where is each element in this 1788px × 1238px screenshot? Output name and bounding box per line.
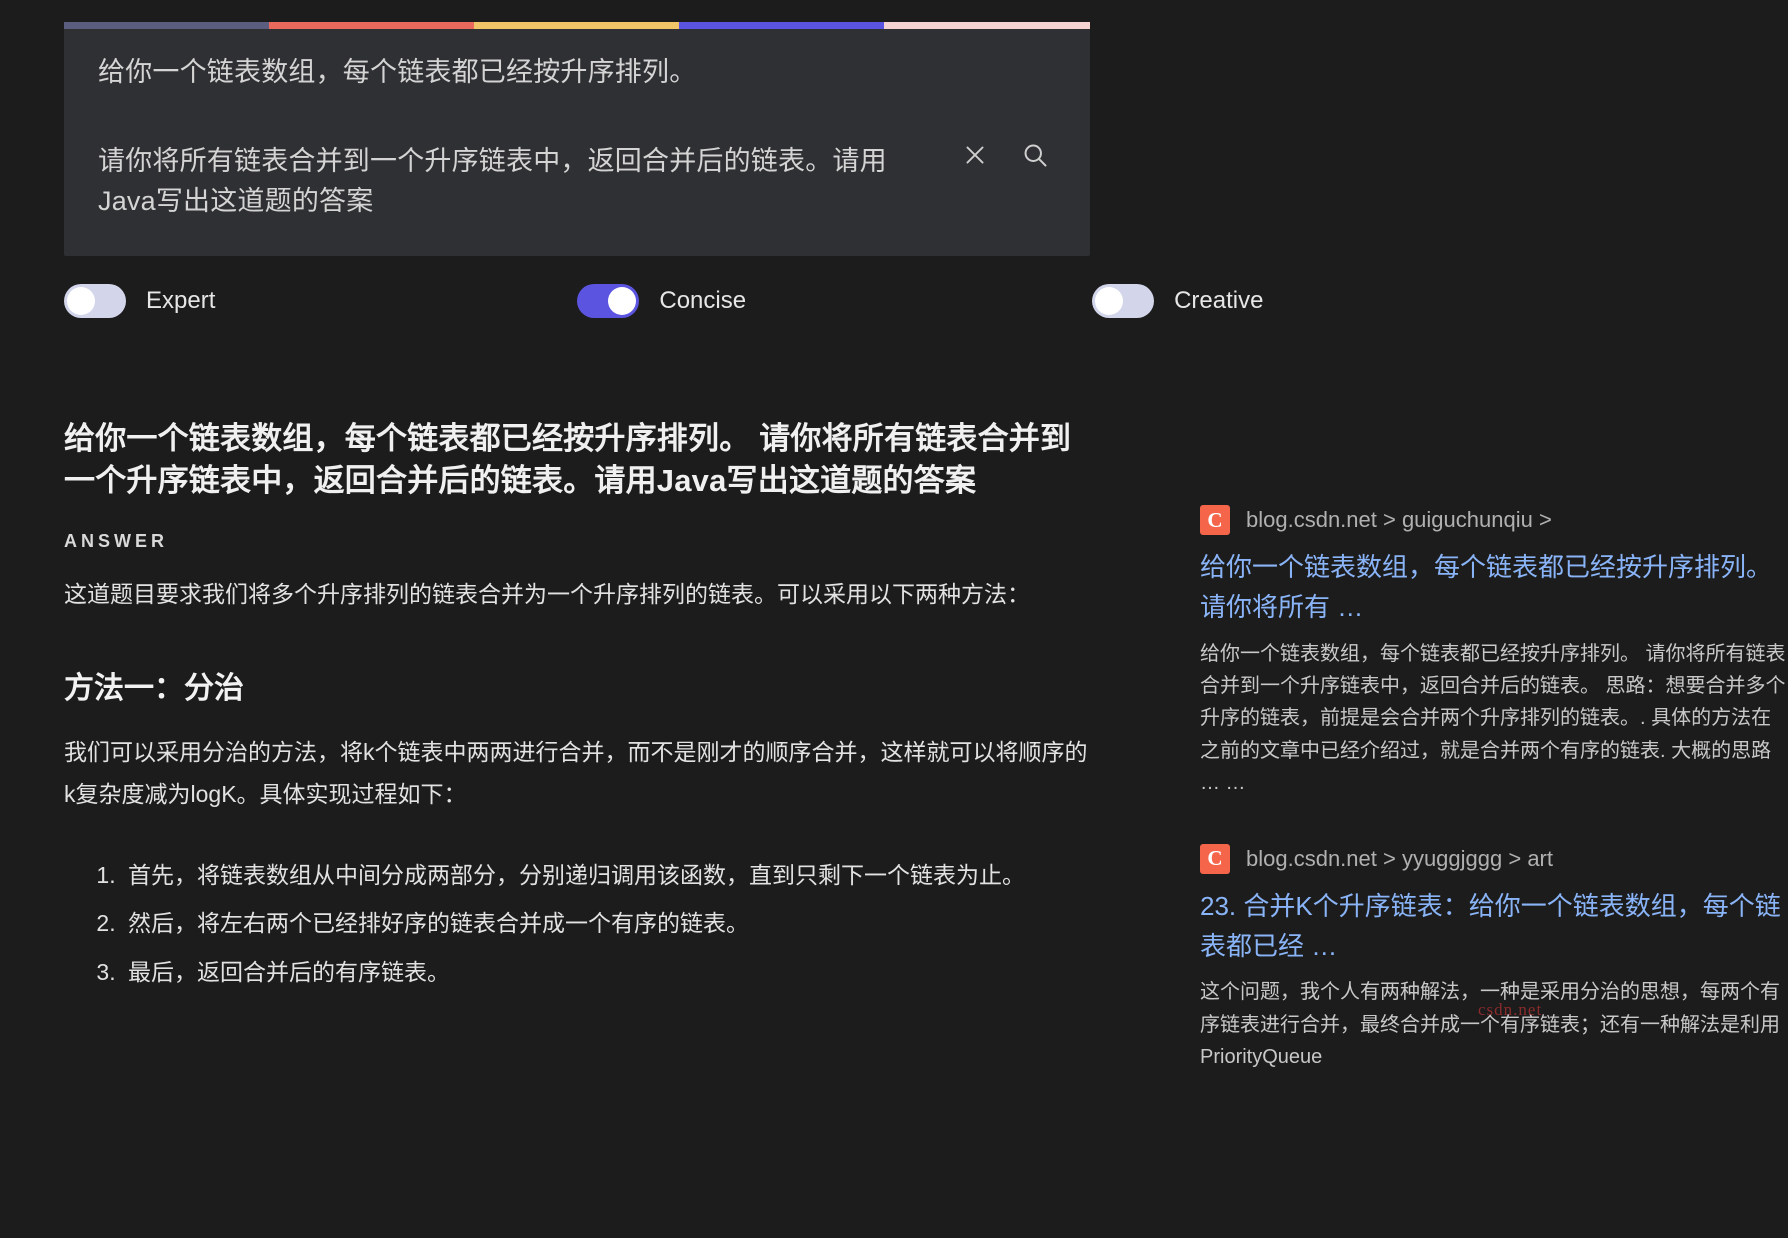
- toggle-expert-knob: [67, 286, 95, 315]
- answer-block: 给你一个链表数组，每个链表都已经按升序排列。 请你将所有链表合并到一个升序链表中…: [64, 418, 1090, 992]
- answer-kicker: ANSWER: [64, 531, 168, 552]
- mode-toggle-row: Expert Concise Creative: [64, 283, 1263, 318]
- section-paragraph-method-one: 我们可以采用分治的方法，将k个链表中两两进行合并，而不是刚才的顺序合并，这样就可…: [64, 739, 1088, 807]
- page-title: 给你一个链表数组，每个链表都已经按升序排列。 请你将所有链表合并到一个升序链表中…: [64, 420, 1072, 499]
- search-icon[interactable]: [1020, 140, 1050, 170]
- accent-bar: [64, 22, 1090, 29]
- toggle-creative-knob: [1095, 286, 1124, 315]
- toggle-concise-knob: [608, 286, 637, 315]
- section-heading-method-one: 方法一：分治: [64, 672, 244, 706]
- answer-intro-paragraph: 这道题目要求我们将多个升序排列的链表合并为一个升序排列的链表。可以采用以下两种方…: [64, 581, 1030, 608]
- result-breadcrumb: blog.csdn.net > yyuggjggg > art: [1246, 845, 1553, 871]
- accent-segment-2: [269, 22, 474, 29]
- list-item: 然后，将左右两个已经排好序的链表合并成一个有序的链表。: [122, 903, 1090, 943]
- answer-steps-list: 首先，将链表数组从中间分成两部分，分别递归调用该函数，直到只剩下一个链表为止。 …: [64, 855, 1090, 992]
- toggle-concise-label: Concise: [659, 286, 747, 314]
- toggle-creative-switch[interactable]: [1092, 283, 1155, 318]
- query-text-line-1[interactable]: 给你一个链表数组，每个链表都已经按升序排列。: [98, 52, 1050, 93]
- list-item: 首先，将链表数组从中间分成两部分，分别递归调用该函数，直到只剩下一个链表为止。: [122, 855, 1090, 895]
- result-title-link[interactable]: 23. 合并K个升序链表：给你一个链表数组，每个链表都已经 …: [1200, 886, 1788, 967]
- result-snippet: 给你一个链表数组，每个链表都已经按升序排列。 请你将所有链表合并到一个升序链表中…: [1200, 642, 1786, 795]
- search-results-panel: C blog.csdn.net > guiguchunqiu > 给你一个链表数…: [1200, 505, 1788, 1117]
- query-card: 给你一个链表数组，每个链表都已经按升序排列。 请你将所有链表合并到一个升序链表中…: [64, 22, 1090, 256]
- accent-segment-5: [884, 22, 1090, 29]
- toggle-creative[interactable]: Creative: [1092, 283, 1264, 318]
- accent-segment-1: [64, 22, 269, 29]
- close-icon[interactable]: [960, 140, 990, 170]
- csdn-favicon-icon: C: [1200, 505, 1230, 535]
- app-root: 给你一个链表数组，每个链表都已经按升序排列。 请你将所有链表合并到一个升序链表中…: [0, 0, 1788, 1238]
- result-title-link[interactable]: 给你一个链表数组，每个链表都已经按升序排列。 请你将所有 …: [1200, 547, 1788, 628]
- search-result-card[interactable]: C blog.csdn.net > yyuggjggg > art 23. 合并…: [1200, 843, 1788, 1074]
- toggle-concise[interactable]: Concise: [577, 283, 747, 318]
- list-item: 最后，返回合并后的有序链表。: [122, 952, 1090, 992]
- accent-segment-3: [474, 22, 679, 29]
- result-source-row: C blog.csdn.net > guiguchunqiu >: [1200, 505, 1788, 535]
- main-column: 给你一个链表数组，每个链表都已经按升序排列。 请你将所有链表合并到一个升序链表中…: [64, 0, 1263, 1000]
- toggle-expert[interactable]: Expert: [64, 283, 216, 318]
- result-snippet: 这个问题，我个人有两种解法，一种是采用分治的思想，每两个有序链表进行合并，最终合…: [1200, 981, 1780, 1068]
- toggle-concise-switch[interactable]: [577, 283, 640, 318]
- csdn-favicon-icon: C: [1200, 843, 1230, 874]
- watermark: csdn.net: [1478, 1000, 1543, 1019]
- query-text-line-2[interactable]: 请你将所有链表合并到一个升序链表中，返回合并后的链表。请用Java写出这道题的答…: [98, 141, 928, 222]
- query-card-actions: [960, 140, 1050, 170]
- toggle-creative-label: Creative: [1174, 286, 1264, 314]
- accent-segment-4: [679, 22, 884, 29]
- result-breadcrumb: blog.csdn.net > guiguchunqiu >: [1246, 507, 1552, 532]
- result-source-row: C blog.csdn.net > yyuggjggg > art: [1200, 843, 1788, 874]
- toggle-expert-switch[interactable]: [64, 283, 126, 318]
- search-result-card[interactable]: C blog.csdn.net > guiguchunqiu > 给你一个链表数…: [1200, 505, 1788, 800]
- toggle-expert-label: Expert: [146, 286, 216, 314]
